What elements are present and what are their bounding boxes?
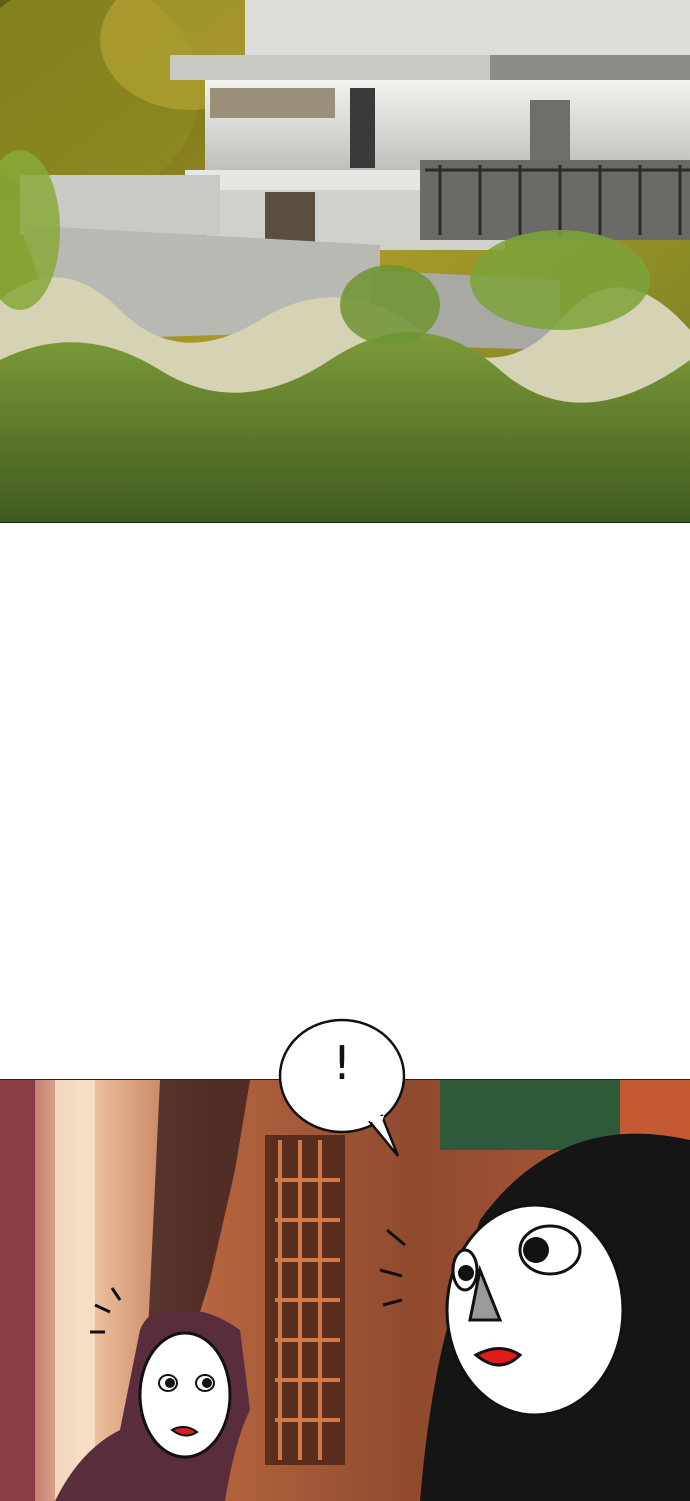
panel-gutter — [0, 523, 690, 1079]
house-illustration — [0, 0, 690, 522]
scene-panel-house — [0, 0, 690, 523]
exclamation-icon: ! — [332, 1036, 352, 1090]
